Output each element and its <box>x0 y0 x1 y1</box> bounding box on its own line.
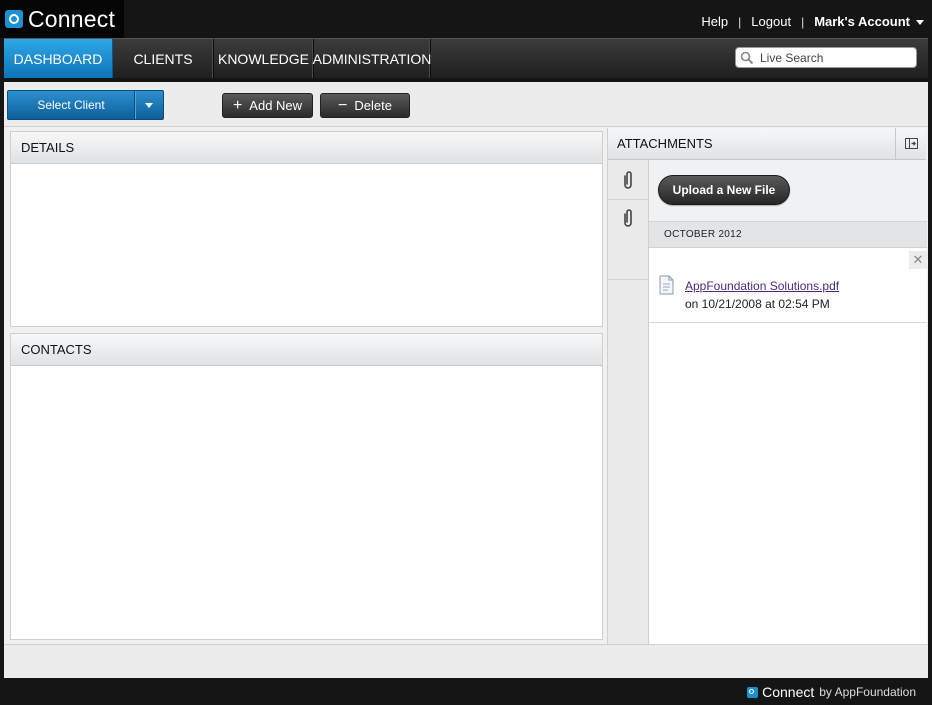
plus-icon: + <box>232 96 243 114</box>
add-new-button[interactable]: + Add New <box>222 93 313 118</box>
upload-area: Upload a New File <box>649 160 927 222</box>
add-new-label: Add New <box>249 98 303 113</box>
rail-attachment-2[interactable] <box>608 200 648 280</box>
attachments-panel: ATTACHMENTS Upload a New File OCTOBER 20… <box>607 128 927 644</box>
details-header: DETAILS <box>11 132 602 164</box>
select-client-toggle[interactable] <box>134 91 163 119</box>
file-row: AppFoundation Solutions.pdf on 10/21/200… <box>649 248 927 323</box>
live-search[interactable] <box>735 47 917 68</box>
account-label: Mark's Account <box>814 14 910 29</box>
contacts-header: CONTACTS <box>11 334 602 366</box>
file-timestamp: on 10/21/2008 at 02:54 PM <box>685 297 830 311</box>
upload-file-button[interactable]: Upload a New File <box>658 175 790 205</box>
chevron-down-icon <box>916 20 924 26</box>
delete-button[interactable]: − Delete <box>320 93 410 118</box>
details-panel: DETAILS <box>10 131 603 327</box>
chevron-down-icon <box>145 102 153 108</box>
link-separator: | <box>801 14 805 29</box>
minus-icon: − <box>338 96 348 114</box>
tab-administration[interactable]: ADMINISTRATION <box>313 39 431 78</box>
footer: Connect by AppFoundation <box>747 684 916 700</box>
toolbar: Select Client + Add New − Delete <box>4 82 928 127</box>
tab-knowledge[interactable]: KNOWLEDGE <box>214 39 314 78</box>
footer-by: by AppFoundation <box>819 685 916 699</box>
paperclip-icon <box>624 170 632 189</box>
app-title: Connect <box>28 5 116 32</box>
contacts-panel: CONTACTS <box>10 333 603 640</box>
search-input[interactable] <box>760 50 910 65</box>
app-window: Connect Help | Logout | Mark's Account D… <box>0 0 932 705</box>
expand-icon <box>904 138 918 149</box>
tab-dashboard[interactable]: DASHBOARD <box>4 39 113 78</box>
attachments-title: ATTACHMENTS <box>617 136 713 151</box>
logout-link[interactable]: Logout <box>751 14 791 29</box>
rail-attachment-1[interactable] <box>608 160 648 200</box>
paperclip-icon <box>624 209 632 227</box>
app-logo[interactable]: Connect <box>0 0 124 38</box>
remove-file-button[interactable]: ✕ <box>909 251 927 269</box>
tab-clients[interactable]: CLIENTS <box>113 39 214 78</box>
expand-panel-button[interactable] <box>895 128 926 159</box>
account-menu[interactable]: Mark's Account <box>814 14 924 29</box>
footer-brand: Connect <box>762 684 815 700</box>
link-separator: | <box>738 14 742 29</box>
connect-logo-icon <box>747 686 759 698</box>
select-client-label: Select Client <box>37 98 105 112</box>
bottom-strip <box>4 644 928 678</box>
top-links: Help | Logout | Mark's Account <box>701 14 924 29</box>
search-icon <box>740 51 754 64</box>
connect-logo-icon <box>5 10 23 28</box>
date-group-header: OCTOBER 2012 <box>649 222 927 248</box>
top-bar: Connect Help | Logout | Mark's Account <box>0 0 932 38</box>
attachments-rail <box>608 160 649 644</box>
pdf-file-icon <box>659 275 674 295</box>
select-client-dropdown[interactable]: Select Client <box>7 90 164 120</box>
main-content: Select Client + Add New − Delete DETAILS… <box>4 82 928 678</box>
attachments-header: ATTACHMENTS <box>608 128 926 160</box>
help-link[interactable]: Help <box>701 14 728 29</box>
file-link[interactable]: AppFoundation Solutions.pdf <box>685 279 839 293</box>
attachments-body: Upload a New File OCTOBER 2012 AppFounda… <box>649 160 927 644</box>
delete-label: Delete <box>354 98 392 113</box>
main-nav: DASHBOARD CLIENTS KNOWLEDGE ADMINISTRATI… <box>4 38 928 78</box>
